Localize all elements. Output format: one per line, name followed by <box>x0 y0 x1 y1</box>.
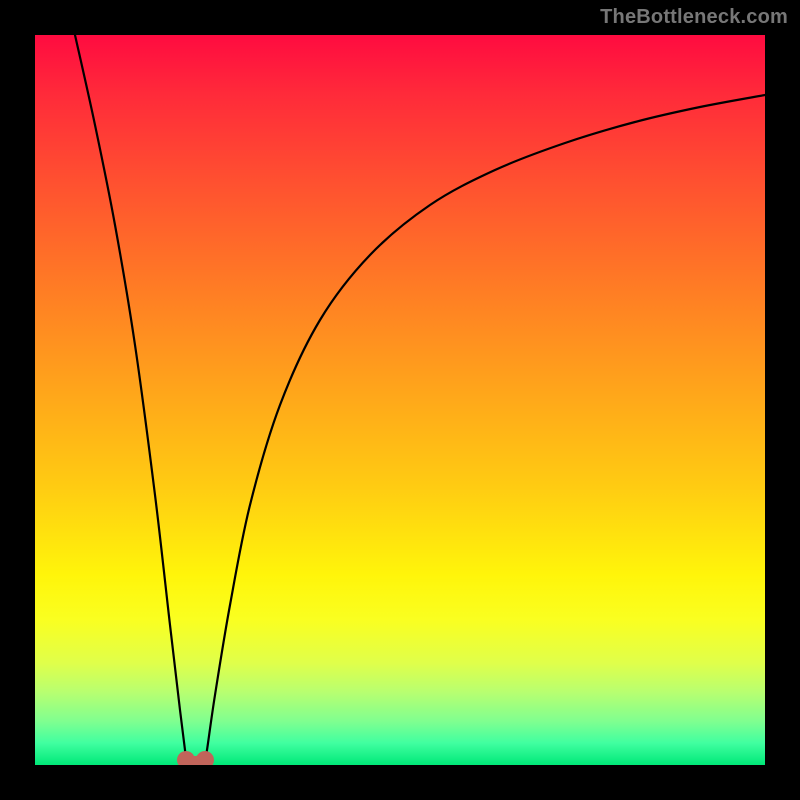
plot-area <box>35 35 765 765</box>
curve-right-branch <box>205 95 765 760</box>
attribution-text: TheBottleneck.com <box>600 6 788 29</box>
curve-left-branch <box>75 35 186 760</box>
curve-layer <box>35 35 765 765</box>
outer-frame: TheBottleneck.com <box>0 0 800 800</box>
valley-marker <box>186 760 205 765</box>
